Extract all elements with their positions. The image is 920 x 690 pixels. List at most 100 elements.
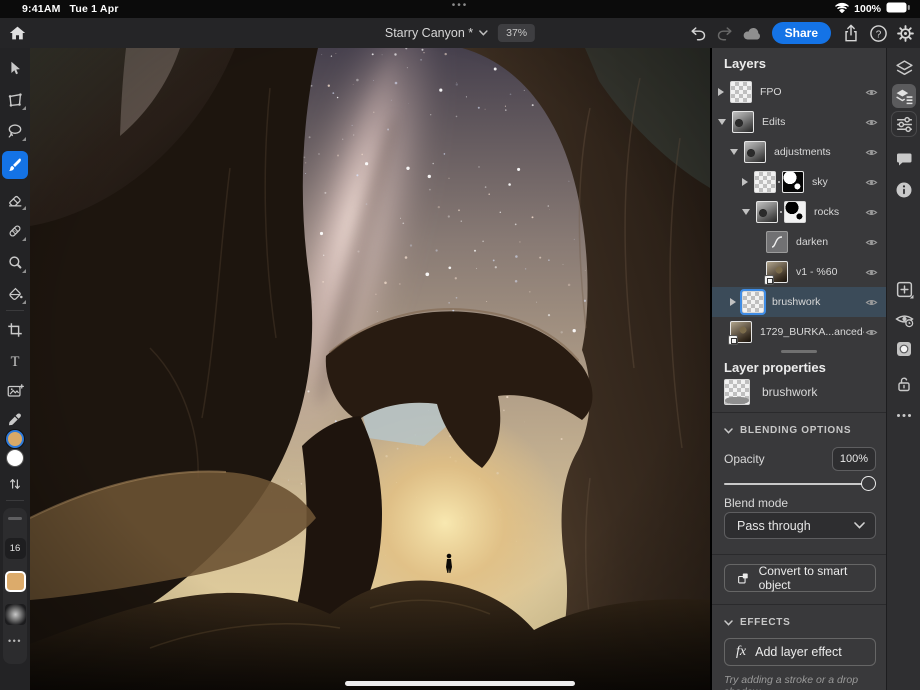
add-layer-icon[interactable] [892, 277, 916, 301]
layer-visibility-eye-icon[interactable] [864, 295, 878, 309]
layer-thumbnail[interactable] [756, 201, 778, 223]
opacity-value-field[interactable]: 100% [832, 447, 876, 471]
foreground-color-swatch[interactable] [6, 430, 24, 448]
background-color-swatch[interactable] [6, 449, 24, 467]
layer-row-darken[interactable]: darken [712, 227, 886, 257]
layer-visibility-eye-icon[interactable] [864, 265, 878, 279]
settings-gear-icon[interactable] [893, 21, 917, 45]
lock-icon[interactable] [892, 372, 916, 396]
effects-header[interactable]: EFFECTS [724, 617, 790, 628]
divider [712, 412, 886, 413]
layer-row-brushwork[interactable]: brushwork [712, 287, 886, 317]
layer-thumbnail[interactable] [742, 291, 764, 313]
blending-options-header[interactable]: BLENDING OPTIONS [724, 425, 851, 436]
info-icon[interactable] [892, 178, 916, 202]
disclosure-triangle[interactable] [730, 149, 738, 155]
layer-thumbnail[interactable] [730, 81, 752, 103]
layer-visibility-eye-icon[interactable] [864, 85, 878, 99]
tool-options-strip: 16 ••• [3, 508, 27, 664]
opacity-slider-track [724, 483, 872, 485]
brush-color-swatch[interactable] [5, 571, 26, 592]
move-tool[interactable] [3, 56, 27, 80]
blend-mode-dropdown[interactable]: Pass through [724, 512, 876, 539]
layer-row-edits[interactable]: Edits [712, 107, 886, 137]
layer-mask-thumbnail[interactable] [782, 171, 804, 193]
layer-row-sky[interactable]: sky [712, 167, 886, 197]
brush-hardness-preview[interactable] [5, 604, 26, 625]
transform-tool[interactable] [3, 88, 27, 112]
fill-tool[interactable] [3, 282, 27, 306]
layer-thumbnail[interactable] [766, 261, 788, 283]
convert-smart-object-button[interactable]: Convert to smart object [724, 564, 876, 592]
add-layer-effect-button[interactable]: fx Add layer effect [724, 638, 876, 666]
type-tool[interactable]: T [3, 349, 27, 373]
share-button[interactable]: Share [772, 22, 831, 44]
layer-name: darken [796, 236, 864, 248]
status-time-date: 9:41AM Tue 1 Apr [22, 3, 119, 15]
help-button[interactable]: ? [866, 21, 890, 45]
layers-detail-icon[interactable] [892, 84, 916, 108]
panel-resize-handle[interactable] [781, 350, 817, 353]
layer-thumbnail[interactable] [766, 231, 788, 253]
undo-button[interactable] [686, 21, 710, 45]
opacity-slider[interactable] [724, 476, 876, 492]
eyedropper-tool[interactable] [3, 408, 27, 432]
comments-icon[interactable] [892, 147, 916, 171]
chevron-down-icon [724, 620, 733, 626]
disclosure-triangle[interactable] [730, 298, 736, 306]
healing-brush-tool[interactable] [3, 219, 27, 243]
paint-brush-tool-selected[interactable] [2, 151, 28, 179]
strip-drag-handle[interactable] [8, 517, 22, 520]
layer-row-fpo[interactable]: FPO [712, 77, 886, 107]
layer-properties-name: brushwork [762, 385, 817, 399]
disclosure-triangle[interactable] [742, 178, 748, 186]
layer-visibility-icon[interactable] [892, 307, 916, 331]
layer-name: rocks [814, 206, 864, 218]
layer-row-rocks[interactable]: rocks [712, 197, 886, 227]
swap-colors[interactable] [3, 472, 27, 496]
chevron-down-icon [724, 428, 733, 434]
opacity-slider-thumb[interactable] [861, 476, 876, 491]
layer-mask-thumbnail[interactable] [784, 201, 806, 223]
svg-text:?: ? [875, 29, 881, 40]
place-image-tool[interactable] [3, 379, 27, 403]
layer-mask-icon[interactable] [892, 337, 916, 361]
layer-thumbnail[interactable] [730, 321, 752, 343]
document-title: Starry Canyon * [385, 26, 473, 40]
divider [712, 604, 886, 605]
home-indicator[interactable] [345, 681, 575, 686]
eraser-tool[interactable] [3, 188, 27, 212]
disclosure-triangle[interactable] [718, 119, 726, 125]
layer-row-1729-burka-anced-nr33[interactable]: 1729_BURKA...anced-NR33 [712, 317, 886, 347]
brush-size-field[interactable]: 16 [5, 538, 26, 559]
layer-visibility-eye-icon[interactable] [864, 115, 878, 129]
disclosure-triangle[interactable] [742, 209, 750, 215]
layer-visibility-eye-icon[interactable] [864, 145, 878, 159]
document-title-button[interactable]: Starry Canyon * [385, 26, 488, 40]
clone-stamp-tool[interactable] [3, 251, 27, 275]
layer-thumbnail[interactable] [754, 171, 776, 193]
cloud-sync-icon[interactable] [740, 21, 764, 45]
disclosure-triangle[interactable] [718, 88, 724, 96]
zoom-level-button[interactable]: 37% [498, 24, 535, 42]
layer-visibility-eye-icon[interactable] [864, 325, 878, 339]
more-options-icon[interactable]: ••• [3, 636, 27, 646]
redo-button[interactable] [713, 21, 737, 45]
smart-object-badge [764, 275, 774, 285]
adjustments-panel-icon[interactable] [892, 112, 916, 136]
divider [712, 554, 886, 555]
more-options-icon[interactable] [892, 403, 916, 427]
layers-compact-icon[interactable] [892, 56, 916, 80]
home-button[interactable] [5, 21, 29, 45]
crop-tool[interactable] [3, 318, 27, 342]
layer-row-adjustments[interactable]: adjustments [712, 137, 886, 167]
export-icon[interactable] [839, 21, 863, 45]
layer-visibility-eye-icon[interactable] [864, 205, 878, 219]
document-canvas[interactable] [30, 48, 710, 690]
layer-row-v1-60[interactable]: v1 - %60 [712, 257, 886, 287]
layer-visibility-eye-icon[interactable] [864, 235, 878, 249]
lasso-select-tool[interactable] [3, 119, 27, 143]
layer-thumbnail[interactable] [732, 111, 754, 133]
layer-visibility-eye-icon[interactable] [864, 175, 878, 189]
layer-thumbnail[interactable] [744, 141, 766, 163]
